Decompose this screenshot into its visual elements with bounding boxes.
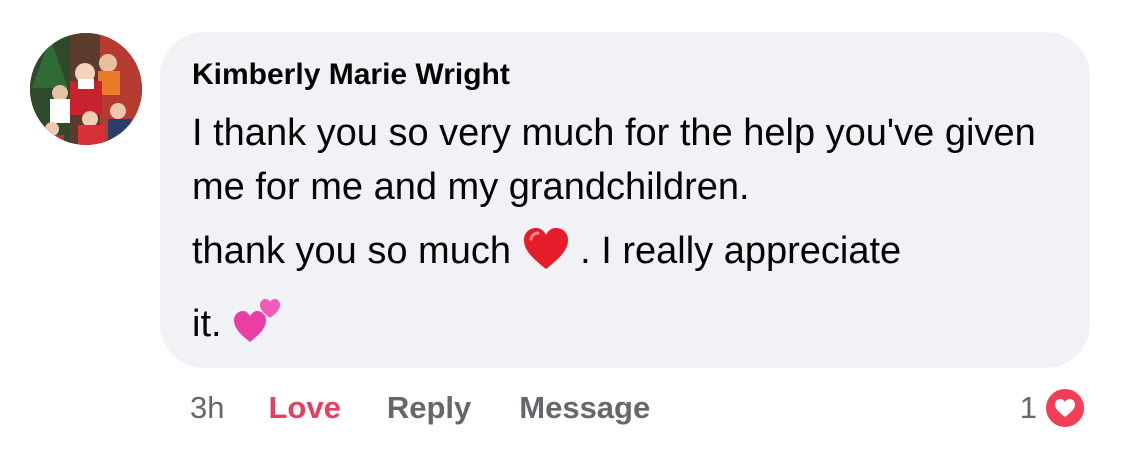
red-heart-emoji-icon	[522, 227, 570, 271]
comment-timestamp[interactable]: 3h	[190, 390, 224, 426]
comment-text-paragraph-1: I thank you so very much for the help yo…	[192, 112, 1036, 208]
reply-button[interactable]: Reply	[387, 390, 471, 426]
comment-author[interactable]: Kimberly Marie Wright	[192, 58, 1060, 92]
two-hearts-emoji-icon	[232, 296, 284, 344]
message-button[interactable]: Message	[519, 390, 650, 426]
comment-bubble: Kimberly Marie Wright I thank you so ver…	[160, 32, 1090, 368]
reaction-summary[interactable]: 1	[1020, 386, 1087, 430]
comment-text-paragraph-2: thank you so much . I really appreciate …	[192, 224, 1060, 351]
love-button[interactable]: Love	[268, 390, 340, 426]
comment-text-part-3: it.	[192, 303, 222, 345]
avatar-photo	[30, 33, 142, 145]
comment-actions: 3h Love Reply Message	[190, 388, 650, 428]
love-heart-icon	[1043, 386, 1087, 430]
reaction-count: 1	[1019, 390, 1037, 425]
avatar[interactable]	[30, 33, 142, 145]
comment-text-part-1: thank you so much	[192, 230, 511, 272]
comment-text-part-2: . I really appreciate	[580, 230, 902, 272]
